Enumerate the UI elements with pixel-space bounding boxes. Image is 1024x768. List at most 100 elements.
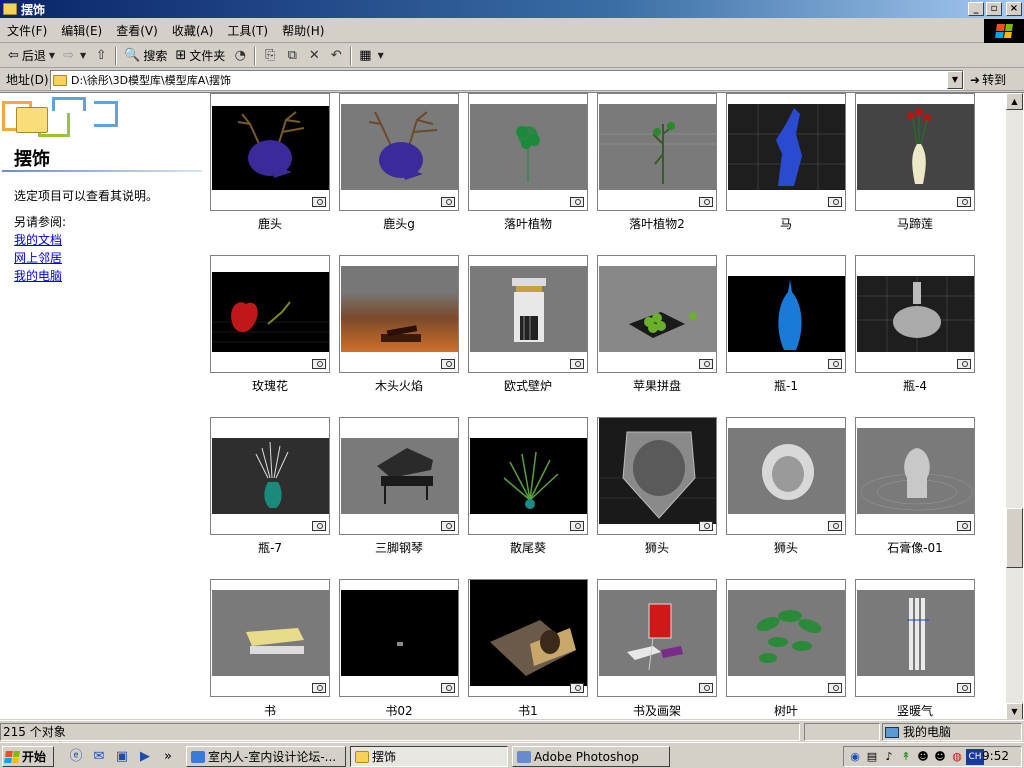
history-button[interactable]: ◔ — [229, 46, 251, 66]
thumbnail-item[interactable] — [210, 579, 330, 697]
scrollbar-thumb[interactable] — [1006, 508, 1023, 568]
task-explorer[interactable]: 摆饰 — [350, 746, 508, 767]
thumbnail-item[interactable] — [726, 93, 846, 211]
item-label[interactable]: 苹果拼盘 — [597, 377, 717, 394]
camera-icon — [441, 359, 455, 369]
show-desktop-icon[interactable]: ▣ — [114, 749, 130, 765]
item-label[interactable]: 瓶-7 — [210, 539, 330, 556]
task-photoshop[interactable]: Adobe Photoshop — [512, 746, 670, 767]
menu-tools[interactable]: 工具(T) — [220, 22, 275, 39]
thumbnail-item[interactable] — [339, 579, 459, 697]
restore-button[interactable]: ▫ — [986, 2, 1002, 16]
tray-icon[interactable]: ◍ — [949, 749, 965, 765]
go-button[interactable]: ➜ 转到 — [970, 71, 1006, 88]
start-button[interactable]: 开始 — [2, 746, 54, 767]
more-quicklaunch-icon[interactable]: » — [160, 749, 176, 765]
item-label[interactable]: 书02 — [339, 702, 459, 719]
thumbnail-item[interactable] — [468, 579, 588, 697]
address-input[interactable]: D:\徐彤\3D模型库\模型库A\摆饰 ▼ — [50, 70, 964, 90]
item-label[interactable]: 瓶-4 — [855, 377, 975, 394]
clock[interactable]: 9:52 — [982, 749, 1009, 763]
item-label[interactable]: 鹿头 — [210, 215, 330, 232]
item-label[interactable]: 狮头 — [726, 539, 846, 556]
menu-file[interactable]: 文件(F) — [0, 22, 54, 39]
item-label[interactable]: 木头火焰 — [339, 377, 459, 394]
qq-icon[interactable]: ☻ — [915, 749, 931, 765]
thumbnail-item[interactable] — [726, 255, 846, 373]
undo-button[interactable]: ↶ — [325, 46, 347, 66]
item-label[interactable]: 玫瑰花 — [210, 377, 330, 394]
back-button[interactable]: ⇦ 后退 ▼ — [4, 46, 59, 66]
menu-favorites[interactable]: 收藏(A) — [165, 22, 221, 39]
item-label[interactable]: 瓶-1 — [726, 377, 846, 394]
camera-icon — [957, 359, 971, 369]
scroll-up-button[interactable]: ▲ — [1006, 93, 1023, 110]
thumbnail-item[interactable] — [726, 417, 846, 535]
thumbnail-preview — [341, 266, 458, 352]
item-label[interactable]: 书1 — [468, 702, 588, 719]
address-dropdown-button[interactable]: ▼ — [947, 71, 963, 89]
thumbnail-item[interactable] — [468, 417, 588, 535]
task-label: 摆饰 — [372, 750, 397, 764]
thumbnail-item[interactable] — [339, 255, 459, 373]
item-label[interactable]: 落叶植物2 — [597, 215, 717, 232]
item-label[interactable]: 竖暖气 — [855, 702, 975, 719]
item-label[interactable]: 石膏像-01 — [855, 539, 975, 556]
item-label[interactable]: 书及画架 — [597, 702, 717, 719]
thumbnail-item[interactable] — [855, 579, 975, 697]
item-label[interactable]: 落叶植物 — [468, 215, 588, 232]
move-to-button[interactable]: ⎘ — [259, 46, 281, 66]
network-icon[interactable]: ▤ — [864, 749, 880, 765]
tray-icon[interactable]: ↟ — [898, 749, 914, 765]
thumbnail-item[interactable] — [597, 417, 717, 535]
folders-button[interactable]: ⊞ 文件夹 — [171, 46, 229, 66]
thumbnail-item[interactable] — [597, 255, 717, 373]
search-button[interactable]: 🔍 搜索 — [120, 46, 171, 66]
tray-icon[interactable]: ◉ — [847, 749, 863, 765]
thumbnail-item[interactable] — [210, 93, 330, 211]
menu-help[interactable]: 帮助(H) — [275, 22, 331, 39]
thumbnail-item[interactable] — [339, 93, 459, 211]
thumbnail-item[interactable] — [597, 93, 717, 211]
thumbnail-item[interactable] — [339, 417, 459, 535]
link-my-documents[interactable]: 我的文档 — [14, 231, 62, 248]
link-my-computer[interactable]: 我的电脑 — [14, 267, 62, 284]
item-label[interactable]: 欧式壁炉 — [468, 377, 588, 394]
thumbnail-item[interactable] — [855, 255, 975, 373]
thumbnail-item[interactable] — [726, 579, 846, 697]
menu-view[interactable]: 查看(V) — [109, 22, 165, 39]
thumbnail-item[interactable] — [468, 93, 588, 211]
volume-icon[interactable]: ♪ — [881, 749, 897, 765]
close-button[interactable]: × — [1006, 2, 1022, 16]
views-button[interactable]: ▦ ▼ — [355, 46, 387, 66]
item-label[interactable]: 马蹄莲 — [855, 215, 975, 232]
delete-button[interactable]: ✕ — [303, 46, 325, 66]
media-player-icon[interactable]: ▶ — [137, 749, 153, 765]
menu-edit[interactable]: 编辑(E) — [54, 22, 109, 39]
thumbnail-item[interactable] — [210, 255, 330, 373]
item-label[interactable]: 马 — [726, 215, 846, 232]
thumbnail-item[interactable] — [597, 579, 717, 697]
thumbnail-item[interactable] — [855, 93, 975, 211]
task-browser[interactable]: 室内人-室内设计论坛-... — [186, 746, 346, 767]
item-label[interactable]: 三脚钢琴 — [339, 539, 459, 556]
outlook-icon[interactable]: ✉ — [91, 749, 107, 765]
thumbnail-item[interactable] — [468, 255, 588, 373]
item-label[interactable]: 书 — [210, 702, 330, 719]
ie-icon[interactable]: ⓔ — [68, 749, 84, 765]
vertical-scrollbar[interactable]: ▲ ▼ — [1006, 93, 1023, 719]
up-folder-button[interactable]: ⇧ — [90, 46, 112, 66]
thumbnail-preview — [599, 266, 716, 352]
scroll-down-button[interactable]: ▼ — [1006, 703, 1023, 719]
forward-button[interactable]: ⇨ ▼ — [59, 46, 90, 66]
item-label[interactable]: 鹿头g — [339, 215, 459, 232]
copy-to-button[interactable]: ⧉ — [281, 46, 303, 66]
thumbnail-item[interactable] — [855, 417, 975, 535]
item-label[interactable]: 散尾葵 — [468, 539, 588, 556]
item-label[interactable]: 狮头 — [597, 539, 717, 556]
minimize-button[interactable]: _ — [968, 2, 984, 16]
link-network-places[interactable]: 网上邻居 — [14, 249, 62, 266]
item-label[interactable]: 树叶 — [726, 702, 846, 719]
qq-icon[interactable]: ☻ — [932, 749, 948, 765]
thumbnail-item[interactable] — [210, 417, 330, 535]
